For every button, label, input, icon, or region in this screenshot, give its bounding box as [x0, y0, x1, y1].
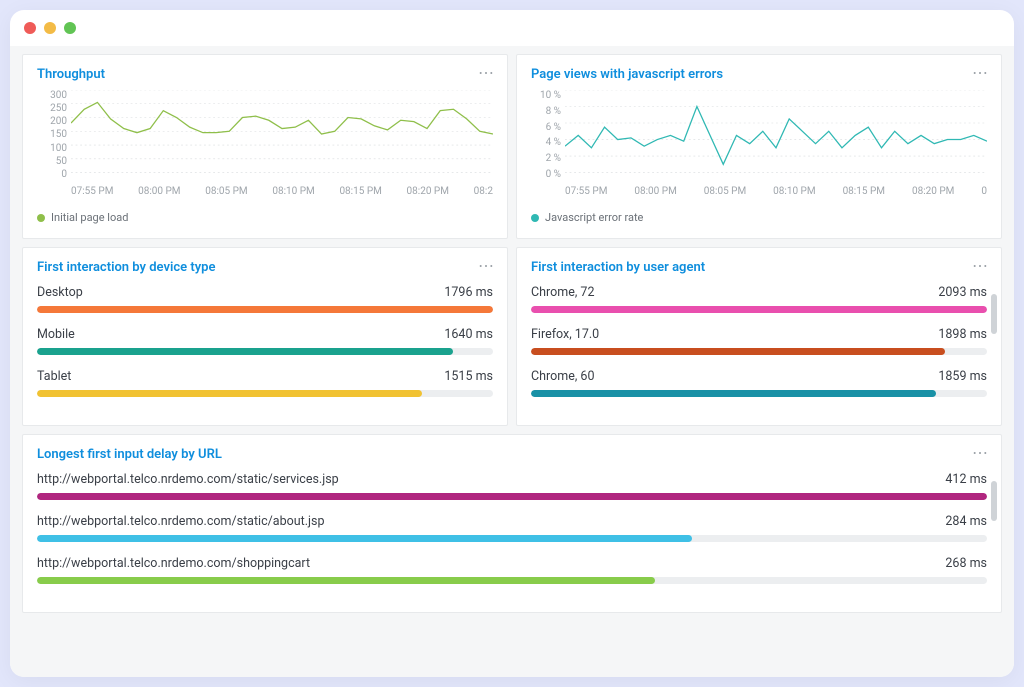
bar-label: Desktop — [37, 285, 83, 300]
bar-fill — [37, 535, 692, 542]
bar-row: Desktop 1796 ms — [37, 285, 493, 313]
bar-label: http://webportal.telco.nrdemo.com/static… — [37, 514, 324, 529]
bar-value: 268 ms — [945, 556, 987, 571]
bar-row: Chrome, 60 1859 ms — [531, 369, 987, 397]
legend-label: Javascript error rate — [545, 211, 643, 224]
bar-fill — [37, 348, 453, 355]
card-title: First interaction by device type — [37, 260, 493, 275]
scrollbar[interactable] — [991, 481, 997, 521]
card-user-agent: First interaction by user agent ⋯ Chrome… — [516, 247, 1002, 426]
bar-row: http://webportal.telco.nrdemo.com/static… — [37, 514, 987, 542]
bar-label: Tablet — [37, 369, 71, 384]
bar-fill — [37, 493, 987, 500]
bar-label: Chrome, 72 — [531, 285, 594, 300]
bar-value: 284 ms — [945, 514, 987, 529]
bar-track — [37, 493, 987, 500]
scrollbar[interactable] — [991, 294, 997, 334]
bar-fill — [531, 306, 987, 313]
bar-row: Mobile 1640 ms — [37, 327, 493, 355]
bar-label: Mobile — [37, 327, 75, 342]
chart-legend: Initial page load — [37, 211, 493, 224]
js-errors-chart — [565, 90, 987, 173]
bar-track — [37, 390, 493, 397]
bar-fill — [531, 390, 936, 397]
bar-fill — [37, 577, 655, 584]
bars-device: Desktop 1796 ms Mobile 1640 ms Tablet 1515 ms — [37, 285, 493, 397]
bar-fill — [37, 306, 493, 313]
legend-dot-icon — [37, 214, 45, 222]
bar-row: Firefox, 17.0 1898 ms — [531, 327, 987, 355]
dashboard: Throughput ⋯ 300250200150100500 07:55 PM… — [10, 46, 1014, 677]
bar-value: 1898 ms — [938, 327, 987, 342]
bar-value: 1859 ms — [938, 369, 987, 384]
bar-row: Chrome, 72 2093 ms — [531, 285, 987, 313]
x-axis: 07:55 PM08:00 PM08:05 PM08:10 PM08:15 PM… — [71, 186, 493, 197]
card-menu-button[interactable]: ⋯ — [972, 258, 989, 274]
card-menu-button[interactable]: ⋯ — [478, 65, 495, 81]
card-title: Longest first input delay by URL — [37, 447, 987, 462]
bar-track — [531, 348, 987, 355]
card-title: Page views with javascript errors — [531, 67, 987, 82]
window-minimize-button[interactable] — [44, 22, 56, 34]
card-menu-button[interactable]: ⋯ — [972, 65, 989, 81]
legend-label: Initial page load — [51, 211, 128, 224]
bar-row: Tablet 1515 ms — [37, 369, 493, 397]
window-chrome — [10, 10, 1014, 46]
bar-row: http://webportal.telco.nrdemo.com/shoppi… — [37, 556, 987, 584]
window-zoom-button[interactable] — [64, 22, 76, 34]
card-menu-button[interactable]: ⋯ — [972, 445, 989, 461]
bars-user-agent: Chrome, 72 2093 ms Firefox, 17.0 1898 ms Chr… — [531, 285, 987, 397]
bar-label: http://webportal.telco.nrdemo.com/shoppi… — [37, 556, 310, 571]
bar-value: 1640 ms — [444, 327, 493, 342]
bar-row: http://webportal.telco.nrdemo.com/static… — [37, 472, 987, 500]
bar-fill — [37, 390, 422, 397]
bar-track — [531, 390, 987, 397]
card-menu-button[interactable]: ⋯ — [478, 258, 495, 274]
bar-value: 1796 ms — [444, 285, 493, 300]
chart-legend: Javascript error rate — [531, 211, 987, 224]
card-title: First interaction by user agent — [531, 260, 987, 275]
card-device-type: First interaction by device type ⋯ Deskt… — [22, 247, 508, 426]
card-js-errors: Page views with javascript errors ⋯ 10 %… — [516, 54, 1002, 239]
card-urls: Longest first input delay by URL ⋯ http:… — [22, 434, 1002, 613]
bar-track — [37, 348, 493, 355]
card-throughput: Throughput ⋯ 300250200150100500 07:55 PM… — [22, 54, 508, 239]
throughput-chart — [71, 90, 493, 173]
x-axis: 07:55 PM08:00 PM08:05 PM08:10 PM08:15 PM… — [565, 186, 987, 197]
bar-label: Firefox, 17.0 — [531, 327, 599, 342]
bars-urls: http://webportal.telco.nrdemo.com/static… — [37, 472, 987, 584]
bar-label: http://webportal.telco.nrdemo.com/static… — [37, 472, 339, 487]
bar-track — [531, 306, 987, 313]
bar-track — [37, 306, 493, 313]
bar-value: 412 ms — [945, 472, 987, 487]
bar-value: 1515 ms — [444, 369, 493, 384]
y-axis: 10 %8 %6 %4 %2 %0 % — [531, 90, 565, 180]
bar-fill — [531, 348, 945, 355]
bar-track — [37, 577, 987, 584]
bar-track — [37, 535, 987, 542]
app-window: Throughput ⋯ 300250200150100500 07:55 PM… — [10, 10, 1014, 677]
card-title: Throughput — [37, 67, 493, 82]
window-close-button[interactable] — [24, 22, 36, 34]
bar-value: 2093 ms — [938, 285, 987, 300]
legend-dot-icon — [531, 214, 539, 222]
y-axis: 300250200150100500 — [37, 90, 71, 180]
bar-label: Chrome, 60 — [531, 369, 594, 384]
